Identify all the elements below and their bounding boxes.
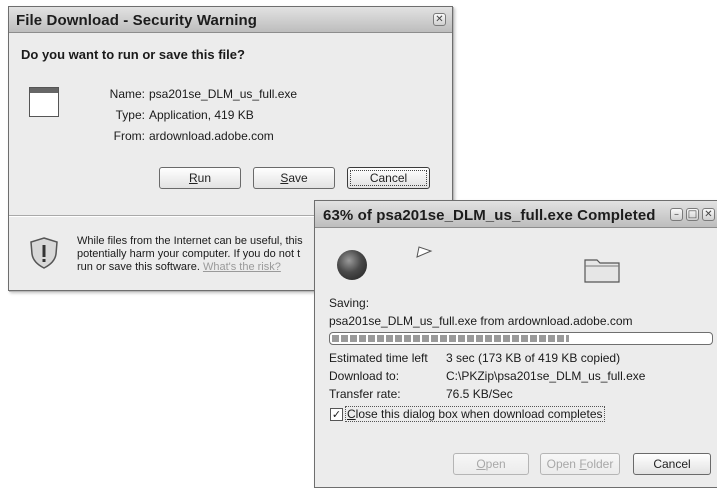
dialog-question: Do you want to run or save this file? <box>21 47 245 62</box>
run-hotkey: R <box>188 171 198 185</box>
download-progress-dialog: 63% of psa201se_DLM_us_full.exe Complete… <box>314 200 717 488</box>
open-folder-button[interactable]: Open Folder <box>540 453 620 475</box>
download-to-value: C:\PKZip\psa201se_DLM_us_full.exe <box>446 369 646 383</box>
close-when-complete-label[interactable]: Close this dialog box when download comp… <box>345 406 605 422</box>
close-when-complete-checkbox[interactable]: ✓ <box>330 408 343 421</box>
saving-label: Saving: <box>329 296 370 310</box>
warning-line-3: run or save this software. What's the ri… <box>77 261 322 274</box>
download-progress-bar <box>329 332 713 345</box>
name-value: psa201se_DLM_us_full.exe <box>149 87 298 101</box>
globe-icon <box>337 250 367 280</box>
from-label: From: <box>113 129 145 143</box>
open-folder-hotkey: F <box>579 457 587 471</box>
progress-dialog-titlebar[interactable]: 63% of psa201se_DLM_us_full.exe Complete… <box>315 201 717 228</box>
security-dialog-titlebar[interactable]: File Download - Security Warning ✕ <box>9 7 452 33</box>
open-button[interactable]: Open <box>453 453 529 475</box>
saving-value: psa201se_DLM_us_full.exe from ardownload… <box>329 314 633 328</box>
name-label: Name: <box>109 87 145 101</box>
cancel-button[interactable]: Cancel <box>347 167 430 189</box>
progress-dialog-title: 63% of psa201se_DLM_us_full.exe Complete… <box>323 207 656 224</box>
from-value: ardownload.adobe.com <box>149 129 274 143</box>
run-label-rest: un <box>197 171 212 185</box>
minimize-icon[interactable]: – <box>670 208 683 221</box>
checkbox-hotkey: C <box>347 407 356 421</box>
download-progress-fill <box>332 335 569 342</box>
close-icon[interactable]: ✕ <box>433 13 446 26</box>
checkbox-label-rest: lose this dialog box when download compl… <box>355 407 603 421</box>
application-window-icon <box>29 87 59 117</box>
type-value: Application, 419 KB <box>149 108 254 122</box>
open-hotkey: O <box>476 457 486 471</box>
time-left-value: 3 sec (173 KB of 419 KB copied) <box>446 351 621 365</box>
download-to-label: Download to: <box>329 369 400 383</box>
warning-line-1: While files from the Internet can be use… <box>77 235 303 247</box>
save-label-rest: ave <box>288 171 308 185</box>
type-label: Type: <box>115 108 145 122</box>
warning-text: While files from the Internet can be use… <box>77 235 322 274</box>
run-button[interactable]: Run <box>159 167 241 189</box>
transfer-rate-value: 76.5 KB/Sec <box>446 387 513 401</box>
close-icon[interactable]: ✕ <box>702 208 715 221</box>
flying-paper-icon <box>416 246 433 258</box>
warning-line-2: potentially harm your computer. If you d… <box>77 248 301 260</box>
shield-warning-icon <box>30 237 58 269</box>
open-folder-label-rest: older <box>586 457 614 471</box>
open-label-rest: pen <box>485 457 506 471</box>
folder-icon <box>584 259 620 283</box>
security-dialog-title: File Download - Security Warning <box>16 12 257 29</box>
whats-the-risk-link[interactable]: What's the risk? <box>203 261 281 273</box>
progress-cancel-button[interactable]: Cancel <box>633 453 711 475</box>
open-folder-prefix: Open <box>546 457 580 471</box>
save-button[interactable]: Save <box>253 167 335 189</box>
time-left-label: Estimated time left <box>329 351 428 365</box>
transfer-rate-label: Transfer rate: <box>329 387 401 401</box>
warning-line-3-text: run or save this software. <box>77 261 200 273</box>
maximize-icon[interactable]: □ <box>686 208 699 221</box>
